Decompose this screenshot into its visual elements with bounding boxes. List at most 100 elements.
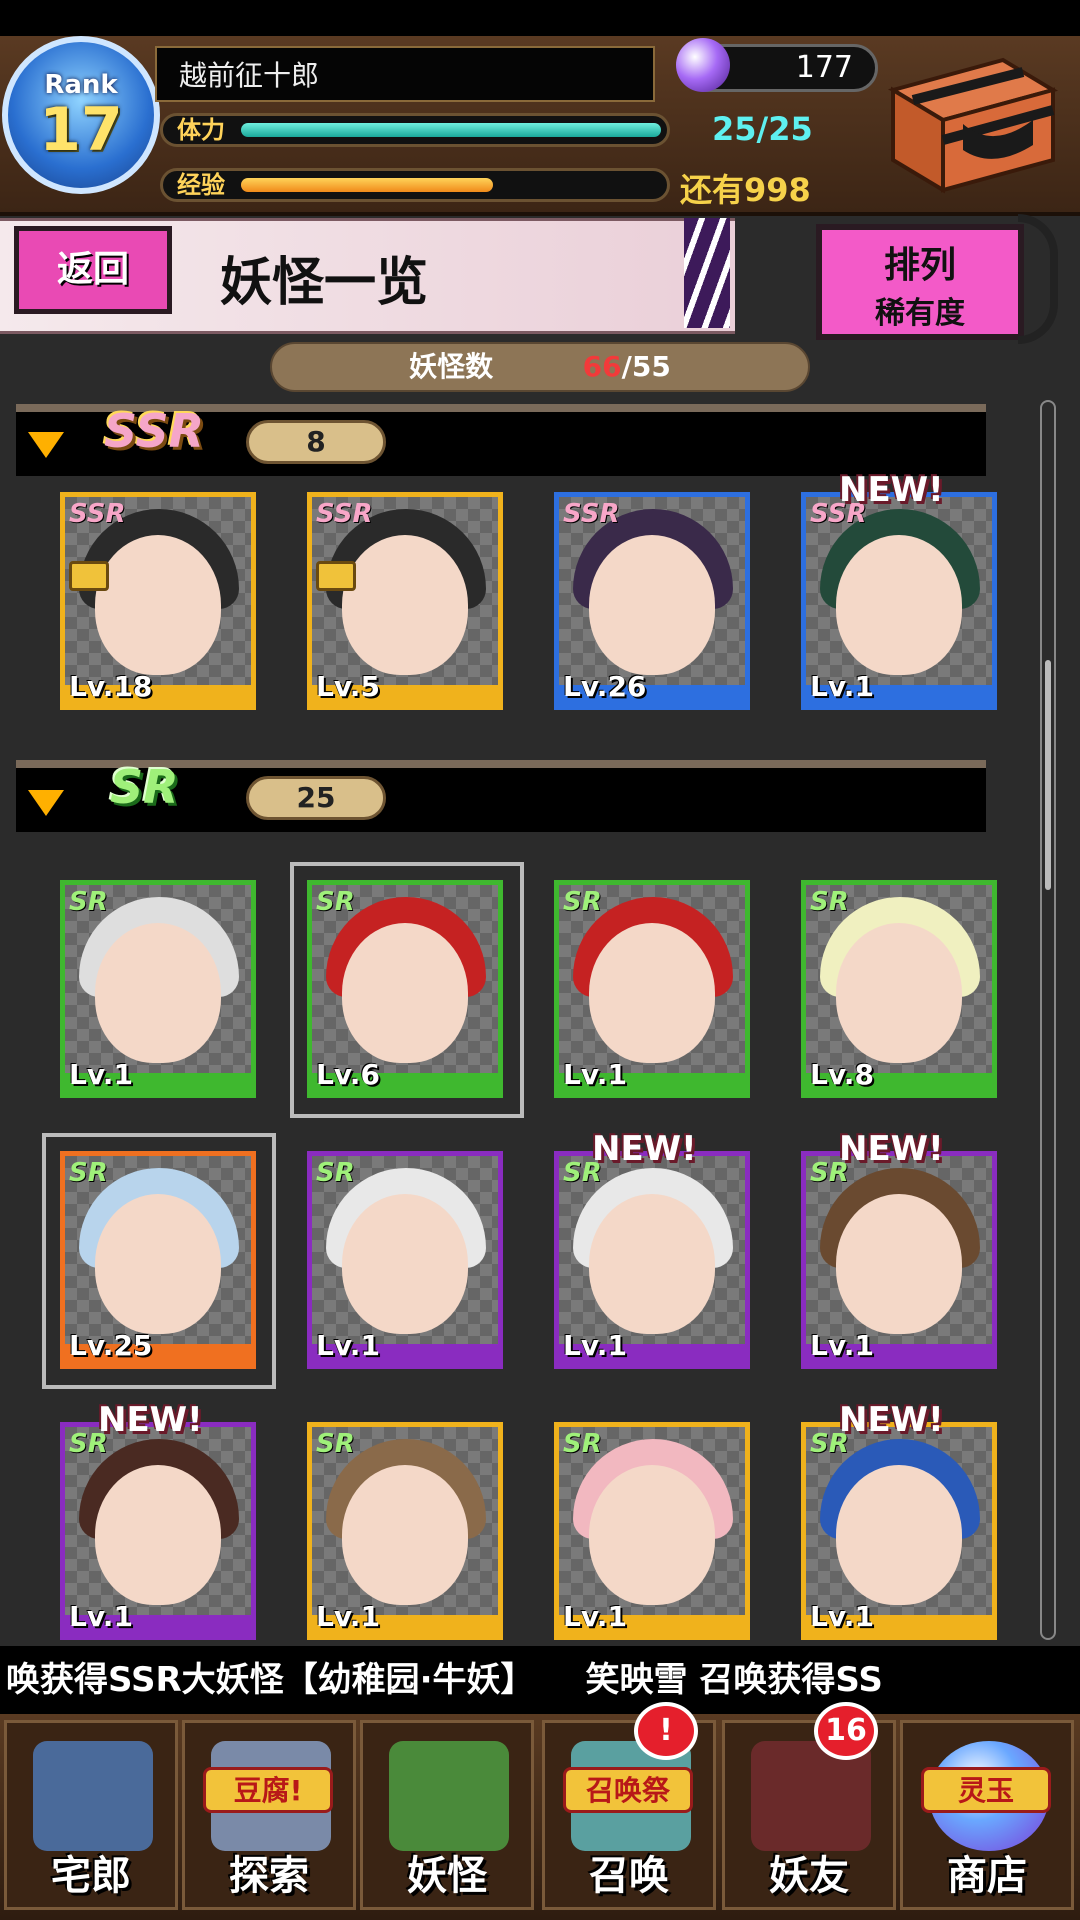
player-name: 越前征十郎 [155,46,655,102]
card-level: Lv.1 [69,1600,133,1633]
card-level: Lv.26 [563,670,647,703]
back-button[interactable]: 返回 [14,226,172,314]
card-level: Lv.8 [810,1058,874,1091]
new-badge: NEW! [839,470,944,510]
section-rarity-sr: SR [110,760,179,814]
new-badge: NEW! [839,1129,944,1169]
monster-card[interactable]: SR Lv.1 [307,1422,503,1640]
card-rarity-badge: SR [316,1158,355,1188]
stamina-bar: 体力 [160,113,670,147]
nav-house[interactable]: 宅郎 [4,1720,178,1910]
monster-portrait [342,1465,468,1605]
nav-explore[interactable]: 豆腐! 探索 [182,1720,356,1910]
monster-count: 妖怪数 66/55 [270,342,810,392]
card-level: Lv.1 [563,1329,627,1362]
news-ticker: 唤获得SSR大妖怪【幼稚园·牛妖】 笑映雪 召唤获得SS [0,1646,1080,1714]
exp-label: 经验 [177,171,225,199]
card-level: Lv.5 [316,670,380,703]
monster-portrait [342,923,468,1063]
monster-portrait [95,1465,221,1605]
stamina-fill [241,123,661,137]
scrollbar-track[interactable] [1040,400,1056,1640]
card-level: Lv.25 [69,1329,153,1362]
card-rarity-badge: SR [69,1158,108,1188]
monster-portrait [589,923,715,1063]
section-rarity-ssr: SSR [104,404,205,458]
nav-shop-orb[interactable]: 灵玉 商店 [900,1720,1074,1910]
card-rarity-badge: SR [563,1429,602,1459]
monster-card[interactable]: SSR Lv.26 [554,492,750,710]
card-level: Lv.1 [316,1600,380,1633]
nav-label: 召唤 [589,1853,669,1899]
monster-card[interactable]: SR Lv.1 [801,1151,997,1369]
monster-card[interactable]: SR Lv.1 [554,1151,750,1369]
collapse-triangle-icon[interactable] [28,432,64,458]
card-level: Lv.18 [69,670,153,703]
monster-portrait [589,1194,715,1334]
title-banner-ornament [684,218,730,328]
monster-portrait [836,1465,962,1605]
sort-label: 排列 [883,245,956,286]
card-level: Lv.1 [563,1058,627,1091]
monster-card[interactable]: SSR Lv.5 [307,492,503,710]
sort-button[interactable]: 排列 稀有度 [816,224,1024,340]
lock-icon [69,561,109,591]
monster-portrait [342,1194,468,1334]
monster-card[interactable]: SR Lv.6 [307,880,503,1098]
news-ticker-text: 唤获得SSR大妖怪【幼稚园·牛妖】 笑映雪 召唤获得SS [6,1660,883,1700]
nav-label: 商店 [947,1853,1027,1899]
monster-card[interactable]: SSR Lv.18 [60,492,256,710]
nav-label: 探索 [229,1853,309,1899]
gear-icon [1018,214,1058,344]
card-level: Lv.1 [316,1329,380,1362]
stamina-label: 体力 [177,116,225,144]
nav-chip-label: 召唤祭 [563,1767,693,1813]
monster-card[interactable]: SR Lv.1 [554,880,750,1098]
nav-label: 宅郎 [51,1853,131,1899]
exp-bar: 经验 [160,168,670,202]
monster-card[interactable]: SR Lv.1 [60,1422,256,1640]
monster-portrait [95,923,221,1063]
new-badge: NEW! [592,1129,697,1169]
card-level: Lv.1 [69,1058,133,1091]
monster-card[interactable]: SR Lv.1 [554,1422,750,1640]
monster-card[interactable]: SR Lv.1 [60,880,256,1098]
monster-card[interactable]: SR Lv.25 [60,1151,256,1369]
page-title: 妖怪一览 [220,253,429,313]
rank-emblem[interactable]: Rank 17 [2,36,160,194]
nav-label: 妖怪 [407,1853,487,1899]
card-rarity-badge: SSR [563,499,620,529]
card-rarity-badge: SSR [316,499,373,529]
monster-card[interactable]: SR Lv.1 [307,1151,503,1369]
card-rarity-badge: SR [69,887,108,917]
monster-count-label: 妖怪数 [409,350,494,383]
monster-card[interactable]: SR Lv.8 [801,880,997,1098]
monster-portrait [836,923,962,1063]
crystal-orb-icon [676,38,730,92]
exp-remaining: 还有998 [680,171,811,209]
nav-monster-scroll[interactable]: 妖怪 [360,1720,534,1910]
card-rarity-badge: SR [316,887,355,917]
card-rarity-badge: SSR [69,499,126,529]
notification-badge: ! [634,1702,698,1760]
nav-chip-label: 豆腐! [203,1767,333,1813]
section-count-ssr: 8 [246,420,386,464]
card-rarity-badge: SR [810,887,849,917]
card-rarity-badge: SR [316,1429,355,1459]
sort-mode: 稀有度 [875,296,965,331]
collapse-triangle-icon[interactable] [28,790,64,816]
monster-portrait [589,1465,715,1605]
card-rarity-badge: SR [563,887,602,917]
stamina-value: 25/25 [712,110,813,148]
monster-portrait [836,535,962,675]
monster-portrait [589,535,715,675]
monster-portrait [836,1194,962,1334]
monster-portrait [95,535,221,675]
treasure-chest-icon[interactable] [883,50,1063,200]
monster-count-current: 66 [582,350,622,383]
monster-card[interactable]: SR Lv.1 [801,1422,997,1640]
house-icon [33,1741,153,1851]
scrollbar-thumb[interactable] [1045,660,1051,890]
monster-portrait [95,1194,221,1334]
monster-card[interactable]: SSR Lv.1 [801,492,997,710]
